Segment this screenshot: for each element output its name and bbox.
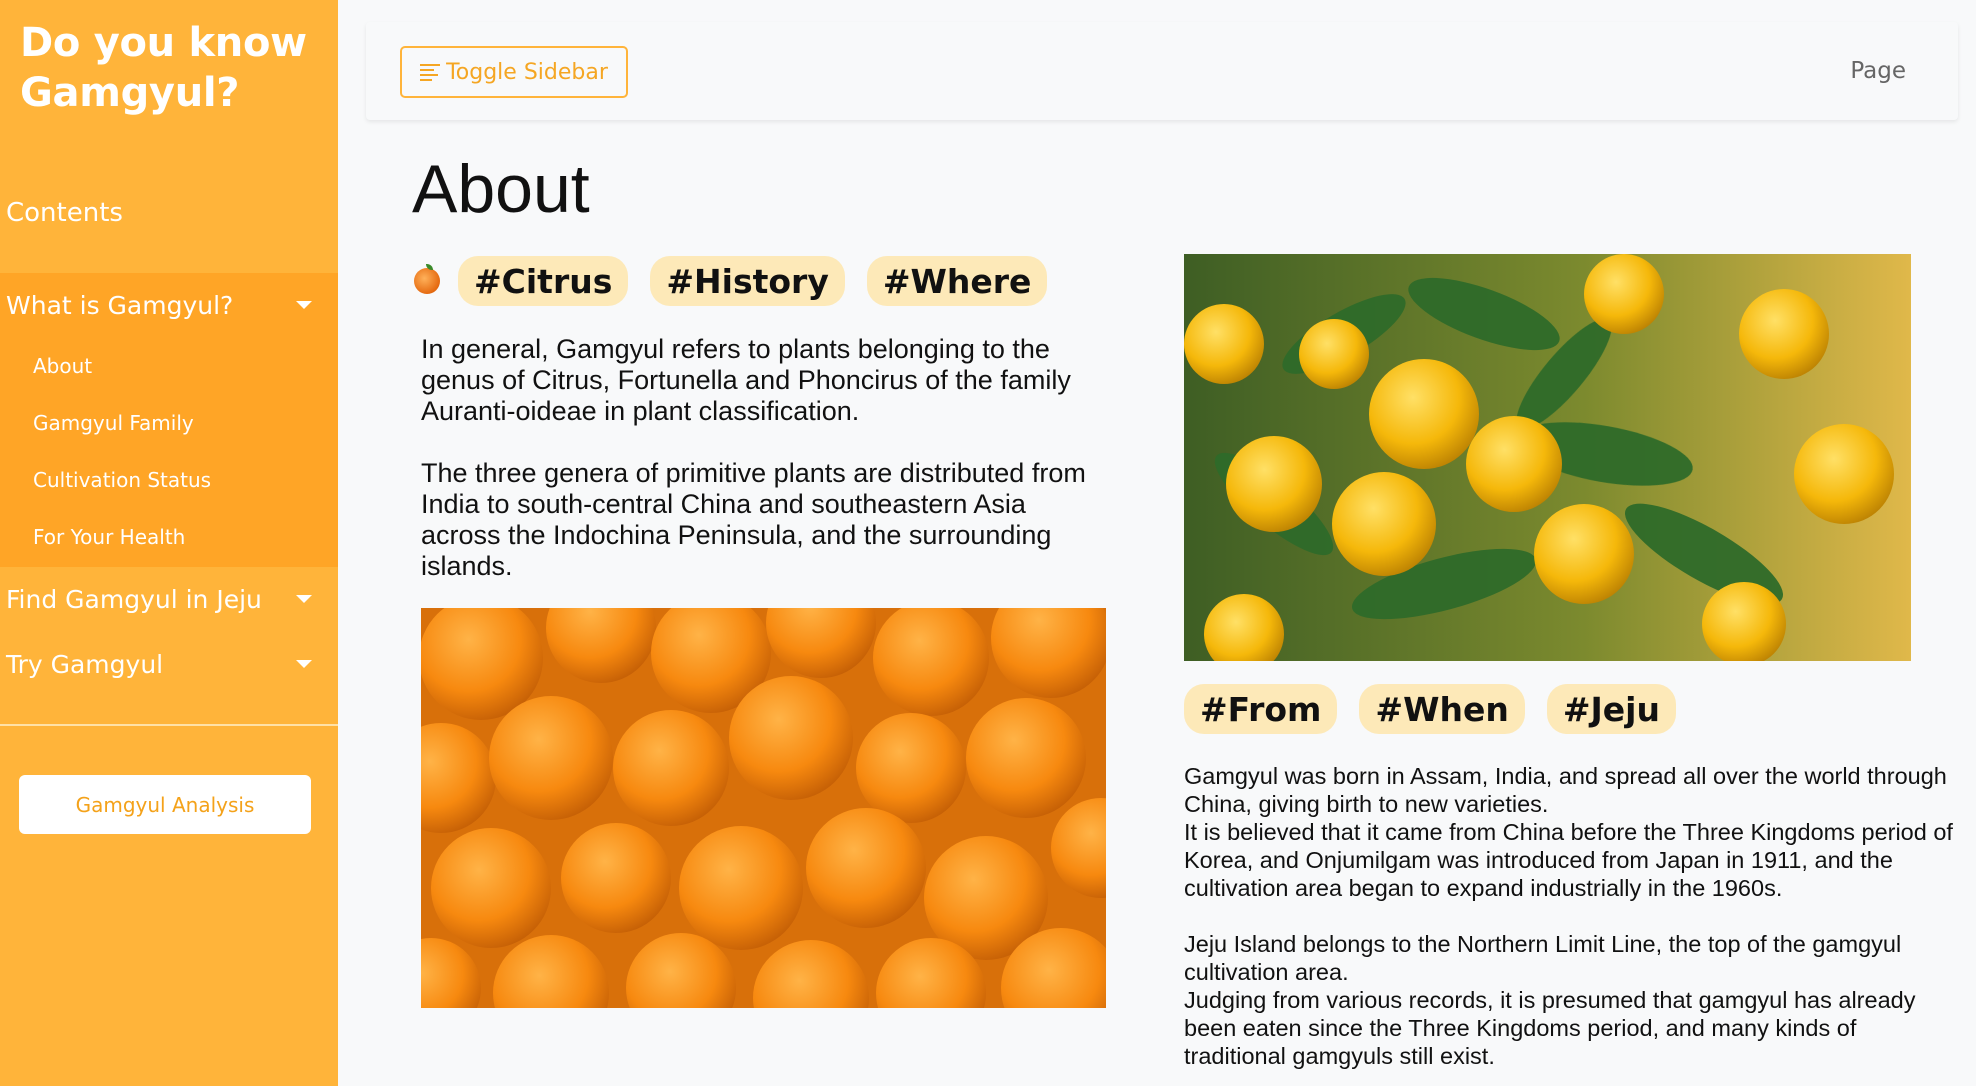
tag-history: #History (650, 256, 845, 306)
sidebar: Do you know Gamgyul? Contents What is Ga… (0, 0, 338, 1086)
citrus-tree-photo (1184, 254, 1911, 661)
about-paragraph-2: The three genera of primitive plants are… (421, 458, 1086, 581)
nav-group-what-is-gamgyul: What is Gamgyul? About Gamgyul Family Cu… (0, 273, 338, 567)
nav-group-try-gamgyul: Try Gamgyul (0, 632, 338, 696)
tag-when: #When (1359, 684, 1525, 734)
nav-group-find-gamgyul: Find Gamgyul in Jeju (0, 567, 338, 631)
nav-group-label: Try Gamgyul (6, 649, 164, 679)
about-paragraph-1: In general, Gamgyul refers to plants bel… (421, 334, 1071, 426)
tag-citrus: #Citrus (458, 256, 629, 306)
caret-down-icon (296, 595, 312, 603)
contents-heading: Contents (6, 198, 123, 228)
tags-left: #Citrus #History #Where (414, 256, 1048, 306)
brand-title[interactable]: Do you know Gamgyul? (20, 18, 320, 118)
oranges-photo (421, 608, 1106, 1008)
nav-toggle-try-gamgyul[interactable]: Try Gamgyul (0, 632, 338, 696)
sidebar-divider (0, 724, 338, 726)
toggle-sidebar-label: Toggle Sidebar (446, 59, 608, 85)
caret-down-icon (296, 660, 312, 668)
sidebar-item-for-your-health[interactable]: For Your Health (0, 508, 338, 565)
jeju-paragraph-1: Jeju Island belongs to the Northern Limi… (1184, 931, 1902, 985)
tag-from: #From (1184, 684, 1338, 734)
nav-toggle-find-gamgyul[interactable]: Find Gamgyul in Jeju (0, 567, 338, 631)
nav-toggle-what-is-gamgyul[interactable]: What is Gamgyul? (0, 273, 338, 337)
nav-group-label: What is Gamgyul? (6, 290, 234, 320)
nav-group-label: Find Gamgyul in Jeju (6, 584, 262, 614)
tag-where: #Where (866, 256, 1048, 306)
gamgyul-analysis-button[interactable]: Gamgyul Analysis (19, 775, 311, 834)
orange-icon (414, 264, 440, 294)
caret-down-icon (296, 301, 312, 309)
page-title: About (412, 151, 590, 227)
top-navbar: Toggle Sidebar Page (366, 22, 1958, 120)
align-left-icon (420, 63, 441, 81)
sidebar-item-about[interactable]: About (0, 337, 338, 394)
history-paragraph-2: It is believed that it came from China b… (1184, 819, 1953, 901)
sidebar-item-cultivation-status[interactable]: Cultivation Status (0, 451, 338, 508)
sidebar-item-gamgyul-family[interactable]: Gamgyul Family (0, 394, 338, 451)
page-link[interactable]: Page (1850, 58, 1906, 84)
tags-right: #From #When #Jeju (1184, 684, 1676, 734)
tag-jeju: #Jeju (1546, 684, 1676, 734)
jeju-paragraph-2: Judging from various records, it is pres… (1184, 987, 1916, 1069)
oranges-illustration (421, 608, 1106, 1008)
toggle-sidebar-button[interactable]: Toggle Sidebar (400, 46, 628, 98)
history-paragraph-1: Gamgyul was born in Assam, India, and sp… (1184, 763, 1947, 817)
citrus-tree-illustration (1184, 254, 1911, 661)
